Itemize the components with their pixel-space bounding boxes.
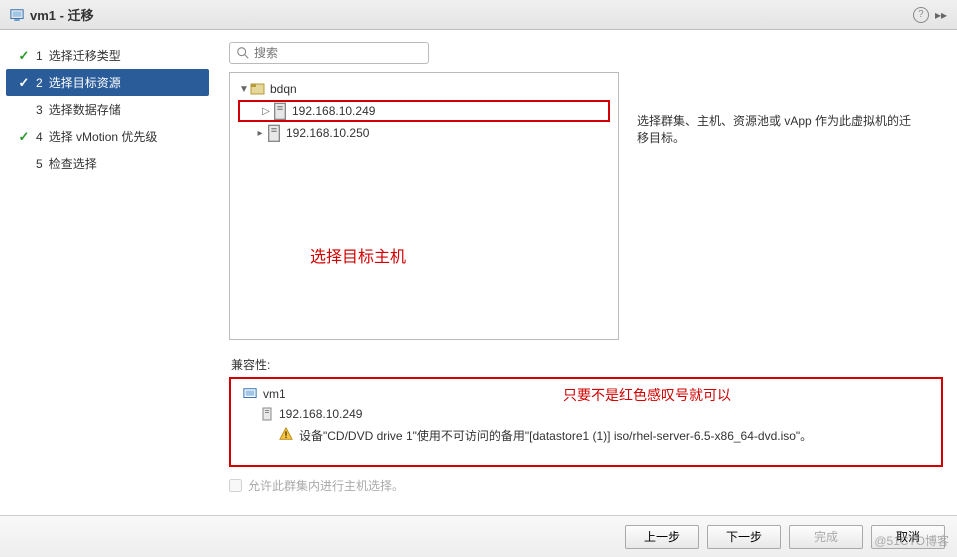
cluster-host-select-label: 允许此群集内进行主机选择。 (248, 477, 404, 494)
step-label: 选择 vMotion 优先级 (49, 128, 158, 145)
compatibility-label: 兼容性: (229, 356, 943, 373)
search-input[interactable] (254, 46, 422, 60)
finish-button: 完成 (789, 525, 863, 549)
window-title: vm1 - 迁移 (30, 5, 913, 24)
collapse-arrow-icon[interactable]: ▼ (238, 84, 250, 95)
step-1[interactable]: 1选择迁移类型 (0, 42, 215, 69)
step-3[interactable]: 3选择数据存储 (0, 96, 215, 123)
step-4[interactable]: 4选择 vMotion 优先级 (0, 123, 215, 150)
wizard-steps-sidebar: 1选择迁移类型 2选择目标资源 3选择数据存储 4选择 vMotion 优先级 … (0, 30, 215, 515)
tree-node-label: 192.168.10.249 (292, 104, 375, 118)
step-label: 选择迁移类型 (49, 47, 121, 64)
tree-root[interactable]: ▼ bdqn (234, 79, 614, 99)
tree-node-label: bdqn (270, 82, 297, 96)
compat-vm-name: vm1 (263, 387, 286, 401)
warning-icon (279, 427, 293, 441)
wizard-footer: 上一步 下一步 完成 取消 (0, 515, 957, 557)
step-label: 检查选择 (49, 155, 97, 172)
annotation-warning-ok: 只要不是红色感叹号就可以 (563, 385, 731, 405)
expand-icon[interactable]: ▸▸ (935, 8, 947, 22)
tree-host-selected[interactable]: ▷ 192.168.10.249 (238, 100, 610, 122)
vm-icon (10, 8, 24, 22)
expand-arrow-icon[interactable]: ▸ (254, 128, 266, 139)
step-5[interactable]: 5检查选择 (0, 150, 215, 177)
annotation-select-target: 选择目标主机 (310, 243, 406, 267)
tree-host[interactable]: ▸ 192.168.10.250 (234, 123, 614, 143)
step-2[interactable]: 2选择目标资源 (6, 69, 209, 96)
search-icon (236, 46, 250, 60)
back-button[interactable]: 上一步 (625, 525, 699, 549)
tree-node-label: 192.168.10.250 (286, 126, 369, 140)
host-icon (261, 407, 273, 421)
compatibility-results: vm1 192.168.10.249 设备"CD/DVD drive 1"使用不… (229, 377, 943, 467)
watermark: @51CTO博客 (874, 532, 949, 549)
next-button[interactable]: 下一步 (707, 525, 781, 549)
titlebar: vm1 - 迁移 ? ▸▸ (0, 0, 957, 30)
compat-warning-text: 设备"CD/DVD drive 1"使用不可访问的备用"[datastore1 … (299, 427, 812, 444)
host-icon (266, 126, 282, 140)
vm-icon (243, 387, 257, 401)
hint-text: 选择群集、主机、资源池或 vApp 作为此虚拟机的迁移目标。 (637, 112, 917, 340)
search-box[interactable] (229, 42, 429, 64)
cluster-host-select-checkbox (229, 479, 242, 492)
main-panel: ▼ bdqn ▷ 192.168.10.249 (215, 30, 957, 515)
step-label: 选择目标资源 (49, 74, 121, 91)
compat-host-name: 192.168.10.249 (279, 407, 362, 421)
host-icon (272, 104, 288, 118)
help-icon[interactable]: ? (913, 7, 929, 23)
datacenter-icon (250, 82, 266, 96)
expand-arrow-icon[interactable]: ▷ (260, 106, 272, 117)
step-label: 选择数据存储 (49, 101, 121, 118)
cluster-host-select-row: 允许此群集内进行主机选择。 (229, 477, 943, 494)
resource-tree[interactable]: ▼ bdqn ▷ 192.168.10.249 (229, 72, 619, 340)
